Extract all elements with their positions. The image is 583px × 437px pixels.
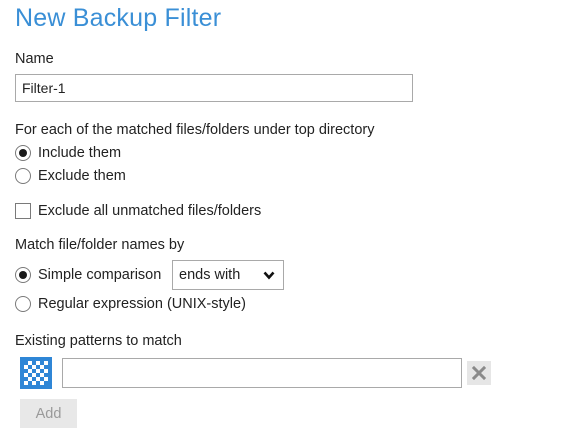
regex-radio[interactable]: [15, 296, 31, 312]
backup-filter-dialog: New Backup Filter Name For each of the m…: [0, 0, 583, 437]
pattern-grid-icon: [20, 357, 52, 389]
exclude-unmatched-option[interactable]: Exclude all unmatched files/folders: [15, 202, 261, 220]
exclude-unmatched-label: Exclude all unmatched files/folders: [38, 203, 262, 219]
name-input[interactable]: [15, 74, 413, 102]
simple-comparison-radio[interactable]: [15, 267, 31, 283]
exclude-unmatched-checkbox[interactable]: [15, 203, 31, 219]
exclude-radio[interactable]: [15, 168, 31, 184]
simple-comparison-label: Simple comparison: [38, 267, 162, 283]
include-radio-label: Include them: [38, 145, 122, 161]
chevron-down-icon: [263, 271, 275, 280]
close-icon: [472, 366, 486, 380]
match-by-label: Match file/folder names by: [15, 237, 185, 253]
pattern-input[interactable]: [62, 358, 462, 388]
exclude-radio-label: Exclude them: [38, 168, 126, 184]
add-pattern-button[interactable]: Add: [20, 399, 77, 428]
clear-pattern-button[interactable]: [467, 361, 491, 385]
comparison-select[interactable]: ends with: [172, 260, 284, 290]
regex-label: Regular expression (UNIX-style): [38, 296, 246, 312]
patterns-label: Existing patterns to match: [15, 333, 182, 349]
include-radio[interactable]: [15, 145, 31, 161]
exclude-radio-option[interactable]: Exclude them: [15, 167, 126, 185]
page-title: New Backup Filter: [15, 4, 222, 32]
comparison-select-value: ends with: [179, 267, 241, 283]
regex-option[interactable]: Regular expression (UNIX-style): [15, 295, 246, 313]
name-label: Name: [15, 51, 54, 67]
matched-action-label: For each of the matched files/folders un…: [15, 122, 375, 138]
simple-comparison-option[interactable]: Simple comparison: [15, 266, 161, 284]
include-radio-option[interactable]: Include them: [15, 144, 121, 162]
